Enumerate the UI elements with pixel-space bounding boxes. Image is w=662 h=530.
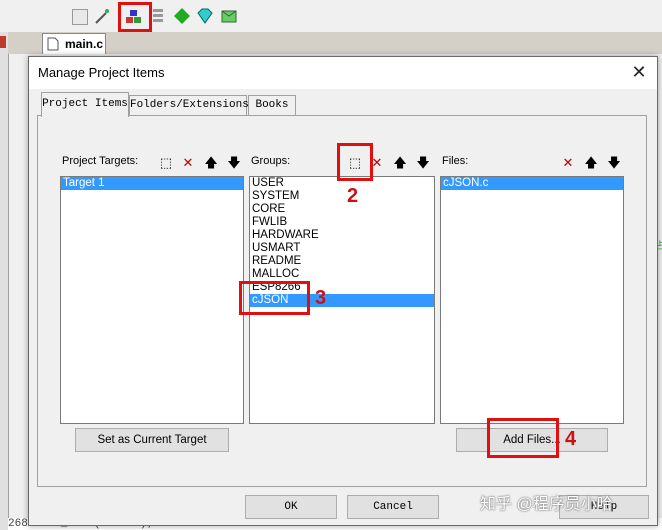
ide-toolbar [0, 0, 662, 33]
gem-icon[interactable] [196, 7, 214, 25]
manage-project-items-dialog: Manage Project Items ✕ Project Items Fol… [28, 56, 658, 526]
move-up-icon[interactable]: 🡅 [581, 153, 601, 173]
set-as-current-target-button[interactable]: Set as Current Target [75, 428, 229, 452]
dialog-titlebar: Manage Project Items ✕ [29, 57, 657, 89]
package-icon[interactable] [220, 7, 238, 25]
group-item[interactable]: SYSTEM [250, 190, 434, 203]
files-list[interactable]: cJSON.c [440, 176, 624, 424]
watermark: 知乎 @程序员小哈 [480, 496, 613, 513]
move-down-icon[interactable]: 🡇 [604, 153, 624, 173]
group-item[interactable]: HARDWARE [250, 229, 434, 242]
annotation-number-4: 4 [565, 428, 577, 450]
targets-title: Project Targets: [62, 155, 139, 167]
move-up-icon[interactable]: 🡅 [201, 153, 221, 173]
targets-header: Project Targets: ⬚ ✕ 🡅 🡇 [60, 151, 246, 173]
target-item[interactable]: Target 1 [61, 177, 243, 190]
delete-file-icon[interactable]: ✕ [558, 153, 578, 173]
move-up-icon[interactable]: 🡅 [390, 153, 410, 173]
cancel-button[interactable]: Cancel [347, 495, 439, 519]
files-header: Files: ✕ 🡅 🡇 [440, 151, 626, 173]
tab-project-items[interactable]: Project Items [41, 92, 129, 117]
dropdown-arrow-icon[interactable] [72, 9, 88, 25]
group-item[interactable]: MALLOC [250, 268, 434, 281]
delete-target-icon[interactable]: ✕ [178, 153, 198, 173]
group-item[interactable]: FWLIB [250, 216, 434, 229]
groups-title: Groups: [251, 155, 291, 167]
editor-tab-label: main.c [65, 37, 104, 51]
editor-tab-strip [8, 32, 662, 54]
highlight-box-3 [239, 281, 310, 315]
highlight-box-1 [118, 2, 152, 32]
group-item[interactable]: README [250, 255, 434, 268]
tab-folders-extensions[interactable]: Folders/Extensions [129, 95, 249, 115]
annotation-number-2: 2 [347, 185, 359, 207]
ok-button[interactable]: OK [245, 495, 337, 519]
dialog-title: Manage Project Items [38, 65, 165, 80]
file-item[interactable]: cJSON.c [441, 177, 623, 190]
highlight-box-2 [337, 143, 373, 181]
close-icon[interactable]: ✕ [629, 62, 649, 82]
file-icon [47, 37, 59, 51]
ide-left-marker [0, 36, 6, 48]
group-item[interactable]: CORE [250, 203, 434, 216]
new-target-icon[interactable]: ⬚ [156, 153, 176, 173]
move-down-icon[interactable]: 🡇 [413, 153, 433, 173]
tab-books[interactable]: Books [248, 95, 296, 115]
targets-list[interactable]: Target 1 [60, 176, 244, 424]
editor-tab-main-c[interactable]: main.c [42, 33, 106, 54]
group-item[interactable]: USMART [250, 242, 434, 255]
highlight-box-4 [487, 418, 559, 458]
magic-wand-icon[interactable] [94, 7, 112, 25]
stack-icon[interactable] [150, 7, 168, 25]
files-title: Files: [442, 155, 469, 167]
ide-left-panel [0, 32, 9, 530]
green-diamond-icon[interactable] [173, 7, 191, 25]
move-down-icon[interactable]: 🡇 [224, 153, 244, 173]
annotation-number-3: 3 [315, 287, 327, 309]
